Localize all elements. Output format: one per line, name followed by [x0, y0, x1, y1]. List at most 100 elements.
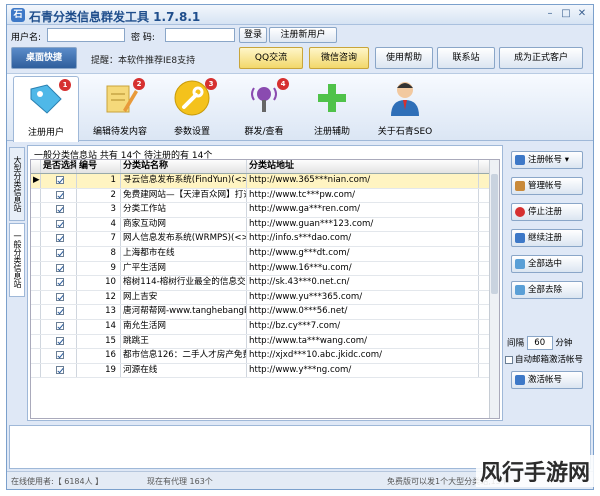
password-input[interactable] [165, 28, 235, 42]
tab-large-sites[interactable]: 大型分类信息站 [9, 147, 25, 221]
side-actions: 注册帐号 ▾ 管理帐号 停止注册 继续注册 全部选中 全部去除 [507, 151, 591, 307]
help-button[interactable]: 使用帮助 [375, 47, 433, 69]
row-select[interactable] [41, 349, 77, 363]
watermark: 风行手游网 [475, 455, 594, 487]
row-select[interactable] [41, 363, 77, 378]
row-site-name: 商家互动网 [121, 217, 247, 232]
row-checkbox[interactable] [55, 234, 64, 243]
tab-general-sites[interactable]: 一般分类信息站 [9, 223, 25, 297]
header-select[interactable]: 是否选择 [41, 160, 77, 173]
plus-icon [313, 80, 351, 116]
row-select[interactable] [41, 217, 77, 232]
row-select[interactable] [41, 319, 77, 334]
table-row[interactable]: 19 河源在线 http://www.y***ng.com/ [31, 363, 499, 379]
qq-chat-button[interactable]: QQ交流 [239, 47, 303, 69]
table-row[interactable]: ▶ 1 寻云信息发布系统(FindYun)(<>最 http://www.365***… [31, 174, 499, 189]
become-customer-button[interactable]: 成为正式客户 [499, 47, 583, 69]
table-row[interactable]: 4 商家互动网 http://www.guan***123.com/ [31, 217, 499, 233]
nav-settings[interactable]: 3 参数设置 [159, 76, 225, 140]
header-number[interactable]: 编号 [77, 160, 121, 173]
row-checkbox[interactable] [55, 336, 64, 345]
row-select[interactable] [41, 276, 77, 290]
select-all-icon [515, 259, 525, 269]
row-checkbox[interactable] [55, 176, 64, 184]
continue-register-button[interactable]: 继续注册 [511, 229, 583, 247]
username-input[interactable] [47, 28, 125, 42]
row-checkbox[interactable] [55, 263, 64, 272]
nav-broadcast[interactable]: 4 群发/查看 [231, 76, 297, 140]
login-button[interactable]: 登录 [239, 27, 267, 43]
row-site-url: http://www.16***u.com/ [247, 261, 479, 276]
row-indicator [31, 349, 41, 363]
row-checkbox[interactable] [55, 307, 64, 316]
row-checkbox[interactable] [55, 248, 64, 257]
row-checkbox[interactable] [55, 278, 64, 287]
row-checkbox[interactable] [55, 365, 64, 374]
row-select[interactable] [41, 246, 77, 261]
minimize-button[interactable]: – [543, 8, 557, 21]
register-account-button[interactable]: 注册帐号 ▾ [511, 151, 583, 169]
nav-label: 注册辅助 [313, 127, 350, 137]
close-button[interactable]: ✕ [575, 8, 589, 21]
table-row[interactable]: 7 网人信息发布系统(WRMPS)(<>最 http://info.s***dao.… [31, 232, 499, 247]
main-area: 大型分类信息站 一般分类信息站 一般分类信息站 共有 14个 待注册的有 14个… [7, 143, 593, 423]
row-checkbox[interactable] [55, 205, 64, 214]
row-checkbox[interactable] [55, 219, 64, 228]
row-indicator [31, 217, 41, 232]
desktop-shortcut-button[interactable]: 桌面快捷 [11, 47, 77, 69]
register-new-user-button[interactable]: 注册新用户 [269, 27, 337, 43]
table-row[interactable]: 9 广平生活网 http://www.16***u.com/ [31, 261, 499, 277]
table-row[interactable]: 10 榕树114-榕树行业最全的信息交流 http://sk.43***0.net.… [31, 276, 499, 291]
deselect-all-button[interactable]: 全部去除 [511, 281, 583, 299]
manage-account-button[interactable]: 管理帐号 [511, 177, 583, 195]
nav-register-user[interactable]: 1 注册用户 [13, 76, 79, 142]
interval-spinner[interactable]: 60 [526, 336, 553, 350]
stop-register-button[interactable]: 停止注册 [511, 203, 583, 221]
row-indicator [31, 188, 41, 203]
table-row[interactable]: 2 免费建网站—【天津百众网】打造 http://www.tc***pw.com/ [31, 188, 499, 204]
table-row[interactable]: 16 都市信息126：二手人才房产免费 http://xjxd***10.abc.j… [31, 349, 499, 364]
row-select[interactable] [41, 334, 77, 349]
row-number: 10 [77, 276, 121, 290]
row-number: 16 [77, 349, 121, 363]
row-select[interactable] [41, 290, 77, 305]
select-all-button[interactable]: 全部选中 [511, 255, 583, 273]
table-row[interactable]: 13唐河帮帮网-www.tanghebangbanghttp://www.0**… [31, 305, 499, 320]
table-row[interactable]: 14 南允生活网 http://bz.cy***7.com/ [31, 319, 499, 335]
row-site-name: 广平生活网 [121, 261, 247, 276]
broadcast-icon: 4 [245, 78, 289, 116]
manage-icon [515, 181, 525, 191]
row-site-name: 跳跳王 [121, 334, 247, 349]
other-site-button[interactable]: 联系站 [437, 47, 495, 69]
auto-email-checkbox[interactable]: 自动邮箱激活帐号 [505, 353, 583, 365]
row-select[interactable] [41, 232, 77, 246]
row-checkbox[interactable] [55, 351, 64, 360]
password-label: 密 码: [131, 33, 155, 43]
header-site-url[interactable]: 分类站地址 [247, 160, 479, 173]
login-row: 用户名: 密 码: 登录 注册新用户 [7, 27, 593, 45]
table-row[interactable]: 8 上海都市在线 http://www.g***dt.com/ [31, 246, 499, 262]
row-checkbox[interactable] [55, 190, 64, 199]
nav-register-helper[interactable]: 注册辅助 [299, 76, 365, 140]
interval-setting: 间隔 60 分钟 [507, 336, 573, 350]
table-row[interactable]: 3 分类工作站 http://www.ga***ren.com/ [31, 203, 499, 218]
row-checkbox[interactable] [55, 321, 64, 330]
row-select[interactable] [41, 188, 77, 203]
row-select[interactable] [41, 203, 77, 217]
maximize-button[interactable]: □ [559, 8, 573, 21]
row-checkbox[interactable] [55, 292, 64, 301]
scroll-thumb[interactable] [491, 174, 498, 294]
row-select[interactable] [41, 305, 77, 319]
table-scrollbar[interactable] [489, 160, 499, 418]
row-select[interactable] [41, 174, 77, 188]
table-row[interactable]: 15 跳跳王 http://www.ta***wang.com/ [31, 334, 499, 350]
header-site-name[interactable]: 分类站名称 [121, 160, 247, 173]
nav-about[interactable]: 关于石青SEO [365, 76, 445, 140]
row-select[interactable] [41, 261, 77, 276]
wechat-button[interactable]: 微信咨询 [309, 47, 369, 69]
activate-account-button[interactable]: 激活帐号 [511, 371, 583, 389]
table-row[interactable]: 12 网上吉安 http://www.yu***365.com/ [31, 290, 499, 306]
row-site-url: http://www.ga***ren.com/ [247, 203, 479, 217]
row-site-name: 河源在线 [121, 363, 247, 378]
nav-edit-content[interactable]: 2 编辑待发内容 [87, 76, 153, 140]
